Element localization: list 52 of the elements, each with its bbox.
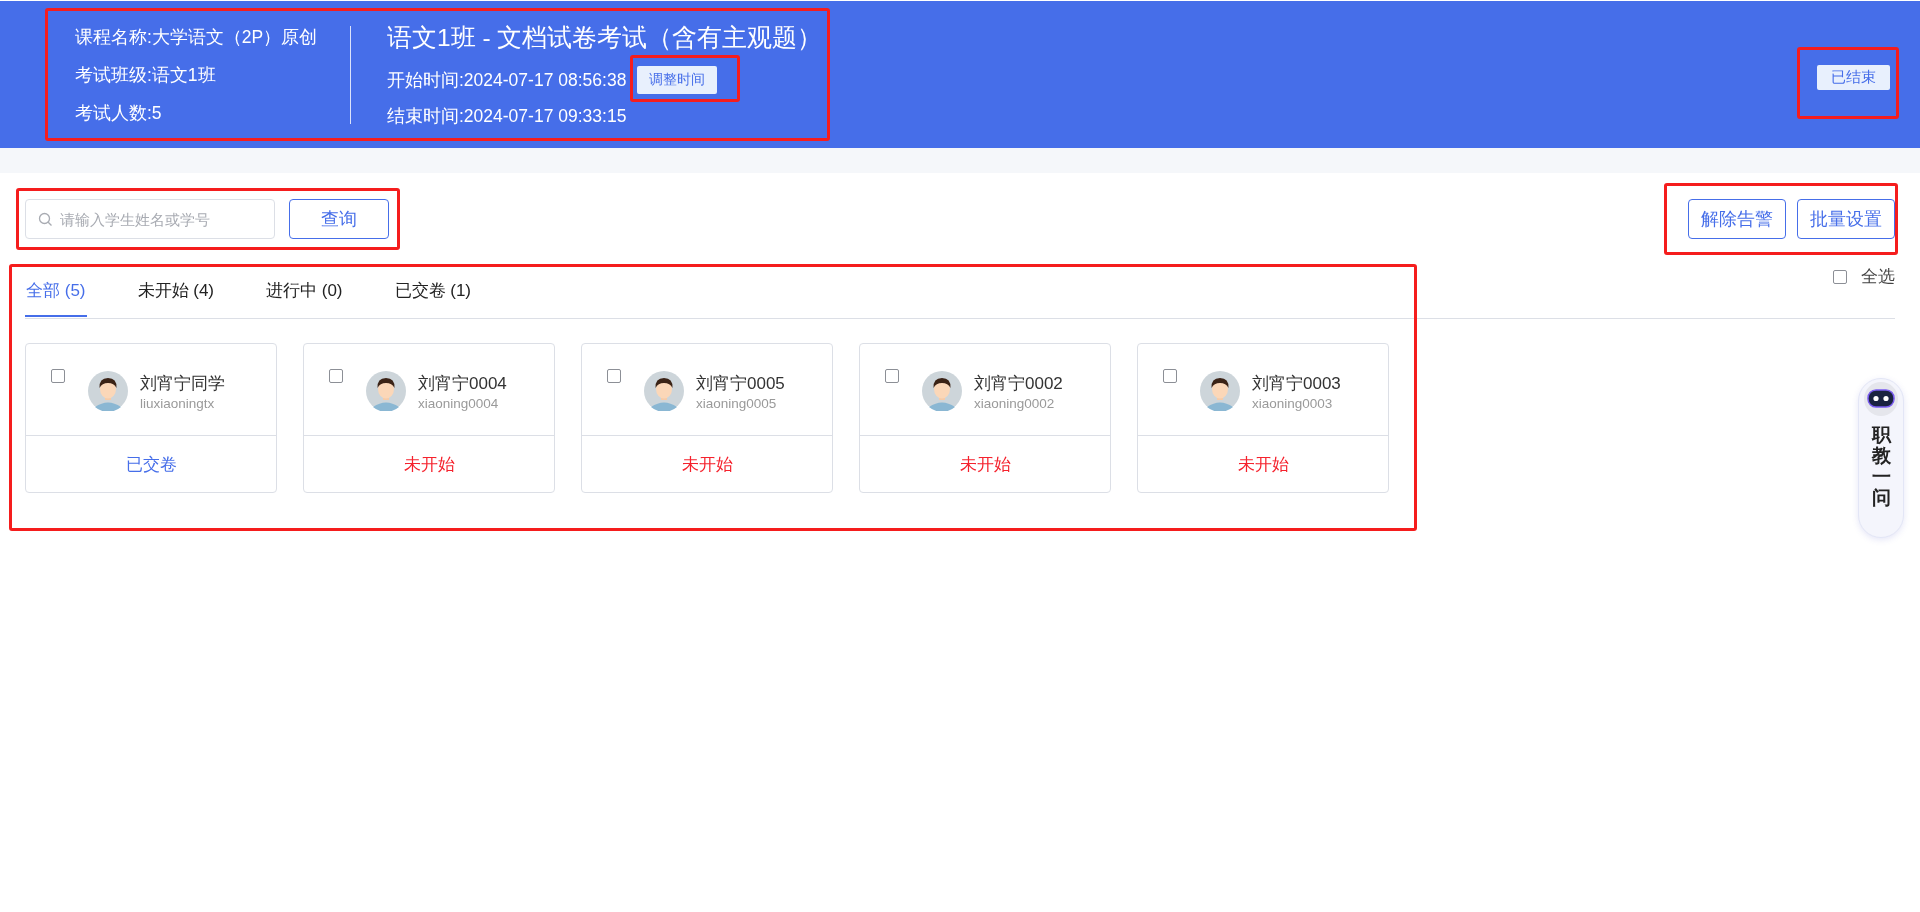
student-card[interactable]: 刘宵宁0004 xiaoning0004 未开始 — [303, 343, 555, 493]
assistant-button[interactable]: 职教一问 — [1858, 378, 1904, 538]
student-account: xiaoning0005 — [696, 396, 778, 411]
robot-icon — [1861, 379, 1901, 417]
exam-title: 语文1班 - 文档试卷考试（含有主观题） — [387, 23, 823, 53]
student-card[interactable]: 刘宵宁0003 xiaoning0003 未开始 — [1137, 343, 1389, 493]
exam-status: 未开始 — [403, 453, 455, 476]
avatar-icon — [88, 371, 128, 411]
student-checkbox[interactable] — [1163, 369, 1177, 383]
exam-status: 未开始 — [681, 453, 733, 476]
select-all-checkbox[interactable] — [1833, 269, 1847, 284]
course-name: 课程名称:大学语文（2P）原创 — [75, 25, 319, 49]
student-name: 刘宵宁0003 — [1252, 373, 1341, 395]
student-checkbox[interactable] — [329, 369, 343, 383]
end-time: 结束时间:2024-07-17 09:33:15 — [387, 105, 628, 128]
exam-class: 考试班级:语文1班 — [75, 63, 217, 87]
student-name: 刘宵宁0004 — [418, 373, 507, 395]
assistant-label: 职教一问 — [1871, 425, 1891, 509]
filter-tab[interactable]: 全部 (5) — [25, 269, 87, 317]
student-name: 刘宵宁0005 — [696, 373, 785, 395]
student-card[interactable]: 刘宵宁同学 liuxiaoningtx 已交卷 — [25, 343, 277, 493]
student-account: xiaoning0003 — [1252, 396, 1334, 411]
student-checkbox[interactable] — [51, 369, 65, 383]
search-field[interactable]: 请输入学生姓名或学号 — [25, 199, 275, 239]
action-button[interactable]: 批量设置 — [1797, 199, 1895, 239]
adjust-time-button[interactable]: 调整时间 — [637, 66, 718, 94]
exam-count: 考试人数:5 — [75, 101, 163, 125]
student-account: xiaoning0002 — [974, 396, 1056, 411]
avatar-icon — [922, 371, 962, 411]
student-account: liuxiaoningtx — [140, 396, 216, 411]
exam-status: 未开始 — [1237, 453, 1289, 476]
avatar-icon — [1200, 371, 1240, 411]
student-name: 刘宵宁0002 — [974, 373, 1063, 395]
student-card[interactable]: 刘宵宁0005 xiaoning0005 未开始 — [581, 343, 833, 493]
filter-tab[interactable]: 已交卷 (1) — [393, 269, 472, 317]
avatar-icon — [366, 371, 406, 411]
status-badge: 已结束 — [1817, 65, 1890, 90]
avatar-icon — [644, 371, 684, 411]
student-account: xiaoning0004 — [418, 396, 500, 411]
student-card[interactable]: 刘宵宁0002 xiaoning0002 未开始 — [859, 343, 1111, 493]
exam-status: 已交卷 — [125, 453, 177, 476]
search-button[interactable]: 查询 — [289, 199, 389, 239]
select-all-label: 全选 — [1861, 266, 1895, 288]
action-button[interactable]: 解除告警 — [1688, 199, 1786, 239]
student-checkbox[interactable] — [607, 369, 621, 383]
filter-tab[interactable]: 进行中 (0) — [265, 269, 344, 317]
start-time: 开始时间:2024-07-17 08:56:38 — [387, 69, 627, 92]
filter-tab[interactable]: 未开始 (4) — [136, 269, 215, 317]
search-icon — [38, 212, 53, 227]
student-checkbox[interactable] — [885, 369, 899, 383]
student-name: 刘宵宁同学 — [140, 373, 225, 395]
exam-status: 未开始 — [959, 453, 1011, 476]
